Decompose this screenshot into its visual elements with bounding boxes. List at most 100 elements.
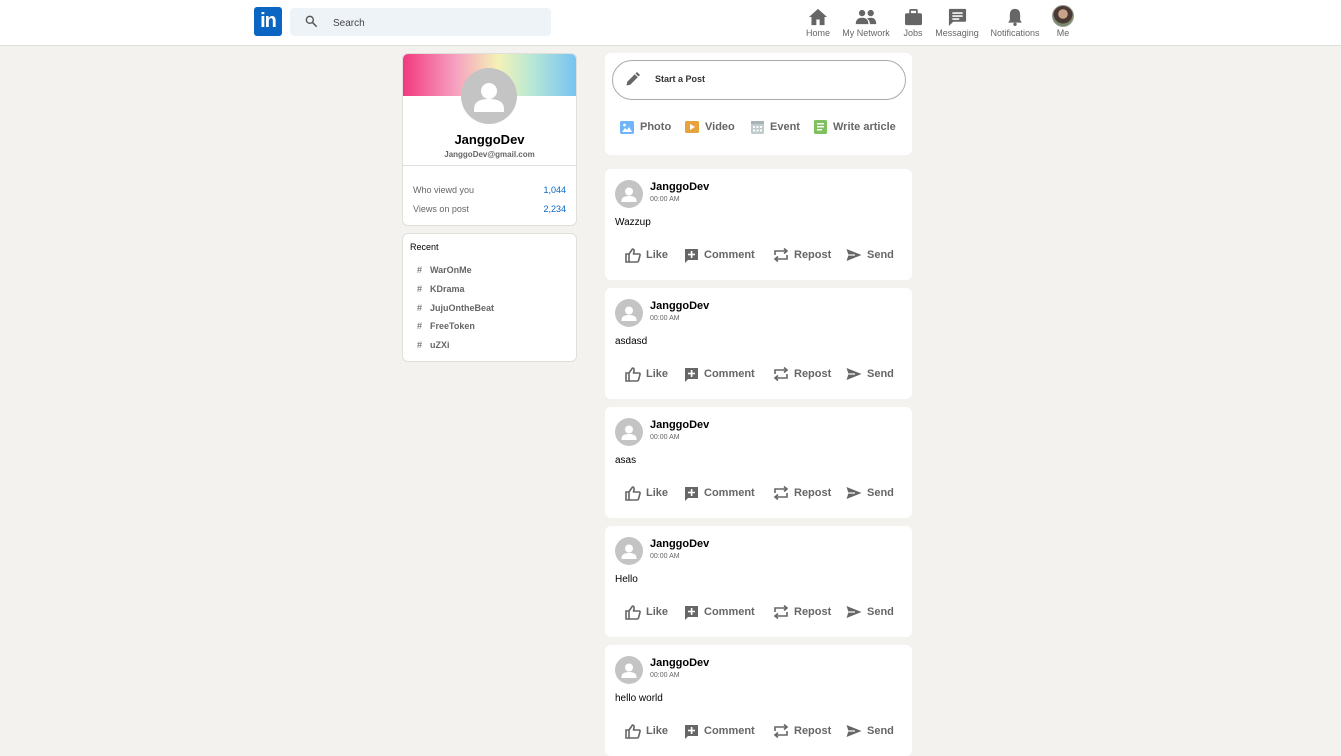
- like-label: Like: [646, 487, 669, 499]
- repost-button[interactable]: Repost: [773, 604, 831, 620]
- nav-messaging[interactable]: Messaging: [935, 0, 979, 45]
- linkedin-logo[interactable]: in: [254, 7, 282, 36]
- post-author-name[interactable]: JanggoDev: [650, 657, 709, 669]
- nav-jobs[interactable]: Jobs: [900, 0, 926, 45]
- post-timestamp: 00:00 AM: [650, 434, 680, 441]
- post-author-avatar[interactable]: [615, 537, 643, 565]
- recent-tag[interactable]: # WarOnMe: [417, 265, 472, 275]
- post-author-avatar[interactable]: [615, 299, 643, 327]
- profile-email: JanggoDev@gmail.com: [444, 150, 535, 159]
- post-author-name[interactable]: JanggoDev: [650, 181, 709, 193]
- composer-article-button[interactable]: Write article: [814, 119, 896, 135]
- profile-name[interactable]: JanggoDev: [403, 132, 576, 147]
- send-label: Send: [867, 606, 894, 618]
- send-button[interactable]: Send: [846, 485, 894, 501]
- comment-button[interactable]: Comment: [684, 723, 755, 739]
- home-icon: [808, 6, 828, 28]
- nav-label: Notifications: [990, 28, 1040, 38]
- repost-button[interactable]: Repost: [773, 723, 831, 739]
- nav-notifications[interactable]: Notifications: [989, 0, 1041, 45]
- comment-icon: [684, 724, 699, 739]
- composer-photo-button[interactable]: Photo: [620, 119, 671, 135]
- send-button[interactable]: Send: [846, 366, 894, 382]
- start-post-button[interactable]: Start a Post: [612, 60, 906, 100]
- like-button[interactable]: Like: [625, 604, 668, 620]
- comment-icon: [684, 248, 699, 263]
- send-button[interactable]: Send: [846, 247, 894, 263]
- comment-icon: [684, 605, 699, 620]
- post-author-avatar[interactable]: [615, 180, 643, 208]
- repost-button[interactable]: Repost: [773, 485, 831, 501]
- comment-button[interactable]: Comment: [684, 366, 755, 382]
- comment-button[interactable]: Comment: [684, 604, 755, 620]
- stat-value: 2,234: [543, 204, 566, 214]
- send-icon: [846, 724, 862, 738]
- send-label: Send: [867, 725, 894, 737]
- repost-icon: [773, 724, 789, 738]
- post-card: JanggoDev 00:00 AM Hello Like Comment Re…: [605, 526, 912, 637]
- recent-tag[interactable]: # KDrama: [417, 284, 465, 294]
- post-author-avatar[interactable]: [615, 656, 643, 684]
- avatar: [1052, 5, 1074, 27]
- recent-card: Recent # WarOnMe # KDrama # JujuOntheBeat #…: [402, 233, 577, 362]
- recent-tag[interactable]: # uZXi: [417, 340, 450, 350]
- repost-label: Repost: [794, 725, 832, 737]
- post-author-name[interactable]: JanggoDev: [650, 419, 709, 431]
- repost-button[interactable]: Repost: [773, 366, 831, 382]
- recent-tag[interactable]: # FreeToken: [417, 321, 475, 331]
- post-body: Wazzup: [615, 217, 651, 228]
- profile-card: JanggoDev JanggoDev@gmail.com Who viewd …: [402, 53, 577, 226]
- post-author-name[interactable]: JanggoDev: [650, 300, 709, 312]
- send-icon: [846, 367, 862, 381]
- send-icon: [846, 486, 862, 500]
- message-icon: [948, 6, 967, 28]
- post-body: hello world: [615, 693, 663, 704]
- repost-icon: [773, 248, 789, 262]
- profile-avatar[interactable]: [461, 68, 517, 124]
- like-button[interactable]: Like: [625, 366, 668, 382]
- stat-label: Views on post: [413, 204, 469, 214]
- nav-home[interactable]: Home: [803, 0, 833, 45]
- stat-label: Who viewd you: [413, 185, 475, 195]
- repost-label: Repost: [794, 368, 832, 380]
- post-author-avatar[interactable]: [615, 418, 643, 446]
- post-timestamp: 00:00 AM: [650, 553, 680, 560]
- start-post-label: Start a Post: [655, 74, 706, 84]
- search-box[interactable]: [290, 8, 551, 36]
- stat-who-viewed[interactable]: Who viewd you 1,044: [413, 185, 566, 199]
- repost-icon: [773, 486, 789, 500]
- thumbs-up-icon: [625, 247, 641, 263]
- like-button[interactable]: Like: [625, 247, 668, 263]
- comment-label: Comment: [704, 725, 755, 737]
- composer-event-button[interactable]: Event: [751, 119, 800, 135]
- post-timestamp: 00:00 AM: [650, 672, 680, 679]
- comment-icon: [684, 367, 699, 382]
- post-composer: Start a Post Photo Video Event Write art…: [605, 53, 912, 155]
- repost-icon: [773, 367, 789, 381]
- send-button[interactable]: Send: [846, 604, 894, 620]
- send-label: Send: [867, 368, 894, 380]
- post-card: JanggoDev 00:00 AM hello world Like Comm…: [605, 645, 912, 756]
- recent-tag[interactable]: # JujuOntheBeat: [417, 303, 494, 313]
- like-button[interactable]: Like: [625, 723, 668, 739]
- comment-button[interactable]: Comment: [684, 485, 755, 501]
- nav-me[interactable]: Me: [1051, 0, 1075, 45]
- like-button[interactable]: Like: [625, 485, 668, 501]
- stat-views-on-post[interactable]: Views on post 2,234: [413, 204, 566, 218]
- post-author-name[interactable]: JanggoDev: [650, 538, 709, 550]
- comment-label: Comment: [704, 606, 755, 618]
- post-card: JanggoDev 00:00 AM asdasd Like Comment R…: [605, 288, 912, 399]
- divider: [403, 165, 576, 166]
- top-nav-bar: in Home My Network Jobs Messaging No: [0, 0, 1341, 46]
- comment-label: Comment: [704, 487, 755, 499]
- thumbs-up-icon: [625, 723, 641, 739]
- repost-button[interactable]: Repost: [773, 247, 831, 263]
- photo-icon: [620, 120, 634, 134]
- thumbs-up-icon: [625, 366, 641, 382]
- comment-button[interactable]: Comment: [684, 247, 755, 263]
- search-input[interactable]: [331, 12, 535, 34]
- nav-my-network[interactable]: My Network: [840, 0, 892, 45]
- composer-video-button[interactable]: Video: [685, 119, 735, 135]
- thumbs-up-icon: [625, 485, 641, 501]
- send-button[interactable]: Send: [846, 723, 894, 739]
